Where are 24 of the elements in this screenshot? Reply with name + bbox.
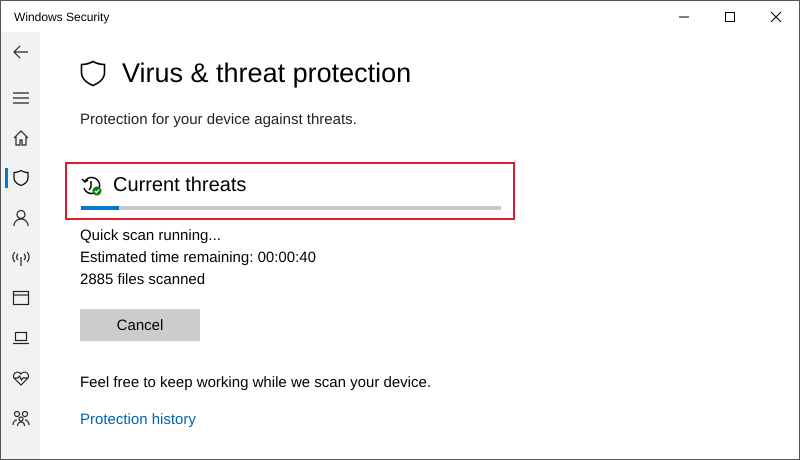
antenna-icon[interactable]: [12, 249, 30, 267]
close-icon[interactable]: [770, 10, 782, 22]
window-title: Windows Security: [14, 10, 110, 24]
maximize-icon[interactable]: [724, 10, 736, 22]
shield-icon: [80, 60, 106, 88]
scan-history-icon: [81, 174, 103, 196]
page-title: Virus & threat protection: [122, 58, 412, 89]
laptop-icon[interactable]: [12, 329, 30, 347]
status-text: 2885 files scanned: [80, 270, 206, 290]
section-heading: Current threats: [113, 174, 246, 197]
protection-history-link[interactable]: Protection history: [80, 411, 196, 428]
selection-indicator: [5, 168, 8, 188]
cancel-button[interactable]: Cancel: [80, 309, 200, 341]
shield-icon[interactable]: [12, 169, 30, 187]
home-icon[interactable]: [12, 129, 30, 147]
people-icon[interactable]: [12, 409, 30, 427]
heart-icon[interactable]: [12, 369, 30, 387]
page-subtitle: Protection for your device against threats.: [80, 111, 357, 128]
status-text: Estimated time remaining: 00:00:40: [80, 248, 316, 268]
person-icon[interactable]: [12, 209, 30, 227]
window-icon[interactable]: [12, 289, 30, 307]
status-text: Quick scan running...: [80, 226, 222, 246]
info-text: Feel free to keep working while we scan your device.: [80, 374, 432, 391]
back-icon[interactable]: [12, 43, 30, 61]
